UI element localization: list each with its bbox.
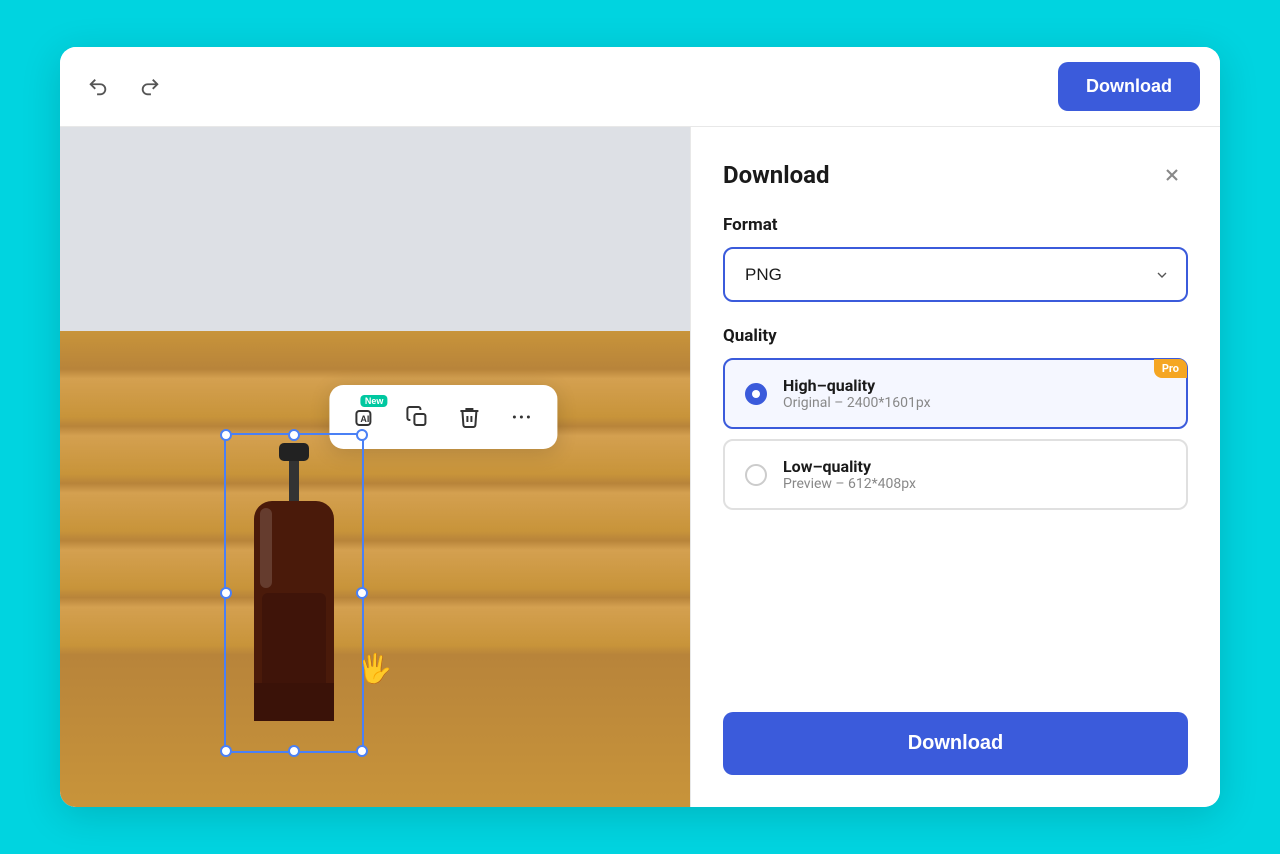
resize-handle-bm[interactable]	[288, 745, 300, 757]
selected-object[interactable]	[224, 433, 364, 753]
download-panel: Download Format PNG JPG WEBP SVG	[690, 127, 1220, 807]
quality-name-high: High–quality	[783, 376, 931, 395]
resize-handle-ml[interactable]	[220, 587, 232, 599]
format-select[interactable]: PNG JPG WEBP SVG	[723, 247, 1188, 302]
copy-tool-button[interactable]	[393, 393, 441, 441]
redo-button[interactable]	[132, 69, 168, 105]
header-download-button[interactable]: Download	[1058, 62, 1200, 111]
quality-desc-high: Original – 2400*1601px	[783, 395, 931, 411]
quality-section: Quality High–quality Original – 2400*160…	[723, 326, 1188, 520]
svg-text:AI: AI	[360, 414, 369, 424]
ai-icon: AI	[353, 405, 377, 429]
resize-handle-bl[interactable]	[220, 745, 232, 757]
toolbar-left	[80, 69, 168, 105]
panel-close-button[interactable]	[1156, 159, 1188, 191]
resize-handle-tl[interactable]	[220, 429, 232, 441]
canvas-background-top	[60, 127, 690, 331]
more-icon	[509, 405, 533, 429]
quality-label: Quality	[723, 326, 1188, 346]
more-tool-button[interactable]	[497, 393, 545, 441]
toolbar: Download	[60, 47, 1220, 127]
quality-info-high: High–quality Original – 2400*1601px	[783, 376, 931, 411]
quality-option-high[interactable]: High–quality Original – 2400*1601px Pro	[723, 358, 1188, 429]
trash-icon	[457, 405, 481, 429]
panel-title: Download	[723, 161, 829, 189]
resize-handle-mr[interactable]	[356, 587, 368, 599]
format-section: Format PNG JPG WEBP SVG	[723, 215, 1188, 302]
new-badge: New	[361, 395, 388, 407]
quality-name-low: Low–quality	[783, 457, 916, 476]
quality-option-low[interactable]: Low–quality Preview – 612*408px	[723, 439, 1188, 510]
radio-low	[745, 464, 767, 486]
panel-download-button[interactable]: Download	[723, 712, 1188, 775]
panel-header: Download	[723, 159, 1188, 191]
close-icon	[1162, 165, 1182, 185]
undo-button[interactable]	[80, 69, 116, 105]
pro-badge: Pro	[1154, 359, 1187, 378]
quality-info-low: Low–quality Preview – 612*408px	[783, 457, 916, 492]
format-label: Format	[723, 215, 1188, 235]
app-window: Download AI New	[60, 47, 1220, 807]
canvas-area[interactable]: AI New	[60, 127, 690, 807]
undo-icon	[87, 76, 109, 98]
delete-tool-button[interactable]	[445, 393, 493, 441]
redo-icon	[139, 76, 161, 98]
selection-box	[224, 433, 364, 753]
radio-high	[745, 383, 767, 405]
copy-icon	[405, 405, 429, 429]
resize-handle-tr[interactable]	[356, 429, 368, 441]
resize-handle-tm[interactable]	[288, 429, 300, 441]
main-area: AI New	[60, 127, 1220, 807]
resize-handle-br[interactable]	[356, 745, 368, 757]
quality-desc-low: Preview – 612*408px	[783, 476, 916, 492]
